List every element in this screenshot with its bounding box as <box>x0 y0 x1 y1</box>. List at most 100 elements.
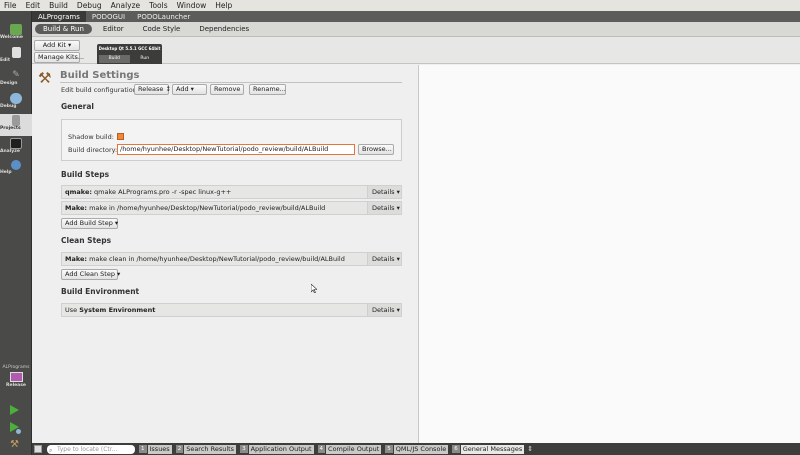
kit-build-button[interactable]: Build <box>99 55 130 63</box>
tab-label: Application Output <box>248 444 314 454</box>
details-button[interactable]: Details ▾ <box>367 253 401 265</box>
mode-design[interactable]: ✎ Design <box>0 69 32 91</box>
build-step-row: Make: make in /home/hyunhee/Desktop/NewT… <box>61 201 402 215</box>
right-pane <box>418 65 800 443</box>
add-kit-button[interactable]: Add Kit ▾ <box>34 40 80 51</box>
output-tab-issues[interactable]: 1 Issues <box>139 443 172 455</box>
mode-edit[interactable]: Edit <box>0 46 32 68</box>
help-icon <box>11 160 21 170</box>
step-detail: make clean in /home/hyunhee/Desktop/NewT… <box>89 255 345 263</box>
remove-config-button[interactable]: Remove <box>210 84 244 95</box>
search-icon: ⌕ <box>49 446 53 454</box>
output-tab-qml-console[interactable]: 5 QML/JS Console <box>385 443 449 455</box>
menu-file[interactable]: File <box>4 1 17 10</box>
details-label: Details <box>372 255 395 263</box>
add-config-label: Add <box>176 85 189 93</box>
monitor-icon <box>9 372 23 382</box>
tab-editor[interactable]: Editor <box>95 24 132 34</box>
shadow-build-checkbox[interactable] <box>117 133 124 140</box>
run-icon[interactable] <box>10 405 19 415</box>
tab-build-run[interactable]: Build & Run <box>35 24 92 34</box>
dropdown-arrow-icon: ▾ <box>114 219 119 227</box>
mode-label: Analyze <box>0 149 20 154</box>
target-mode: Release <box>6 383 26 388</box>
locator-placeholder: Type to locate (Ctr... <box>57 445 118 453</box>
analyze-icon <box>10 138 22 149</box>
output-tab-general-messages[interactable]: 6 General Messages <box>452 443 525 455</box>
project-tab-alprograms[interactable]: ALPrograms <box>32 11 86 22</box>
details-button[interactable]: Details ▾ <box>367 186 401 198</box>
menu-help[interactable]: Help <box>215 1 232 10</box>
build-dir-input[interactable]: /home/hyunhee/Desktop/NewTutorial/podo_r… <box>117 144 355 155</box>
tab-label: Compile Output <box>326 444 382 454</box>
welcome-icon <box>10 24 22 35</box>
config-select[interactable]: Release ↕ <box>134 84 171 95</box>
clean-steps-heading: Clean Steps <box>61 236 112 245</box>
output-tab-search-results[interactable]: 2 Search Results <box>175 443 237 455</box>
step-name: Make: <box>65 204 88 212</box>
mode-projects[interactable]: Projects <box>0 114 32 136</box>
tab-number: 3 <box>240 445 248 453</box>
step-name: qmake: <box>65 188 92 196</box>
add-config-button[interactable]: Add ▾ <box>172 84 207 95</box>
menu-bar: File Edit Build Debug Analyze Tools Wind… <box>0 0 800 11</box>
build-env-row: Use System Environment Details ▾ <box>61 303 402 317</box>
details-button[interactable]: Details ▾ <box>367 202 401 214</box>
output-pane-bar: ⌕ Type to locate (Ctr... 1 Issues 2 Sear… <box>32 443 800 455</box>
add-kit-label: Add Kit <box>42 41 66 49</box>
mode-label: Design <box>0 81 18 86</box>
project-tab-podogui[interactable]: PODOGUI <box>86 11 131 22</box>
mode-debug[interactable]: Debug <box>0 92 32 114</box>
mode-sidebar: Welcome Edit ✎ Design Debug Projects Ana… <box>0 11 32 455</box>
env-value: System Environment <box>79 306 156 314</box>
mode-welcome[interactable]: Welcome <box>0 23 32 45</box>
mode-analyze[interactable]: Analyze <box>0 137 32 159</box>
add-build-step-label: Add Build Step <box>65 219 113 227</box>
config-value: Release <box>138 85 164 93</box>
tab-number: 6 <box>452 445 460 453</box>
rename-config-button[interactable]: Rename... <box>249 84 286 95</box>
locator-input[interactable]: ⌕ Type to locate (Ctr... <box>47 444 135 454</box>
build-steps-heading: Build Steps <box>61 170 110 179</box>
browse-button[interactable]: Browse... <box>358 144 394 155</box>
menu-debug[interactable]: Debug <box>77 1 102 10</box>
output-tab-compile-output[interactable]: 4 Compile Output <box>317 443 382 455</box>
tab-label: Issues <box>147 444 172 454</box>
build-step-row: qmake: qmake ALPrograms.pro -r -spec lin… <box>61 185 402 199</box>
dropdown-arrow-icon: ▾ <box>396 204 400 212</box>
shadow-build-label: Shadow build: <box>68 133 114 141</box>
step-detail: qmake ALPrograms.pro -r -spec linux-g++ <box>94 188 232 196</box>
target-selector[interactable]: ALPrograms Release <box>0 365 32 389</box>
tab-dependencies[interactable]: Dependencies <box>191 24 257 34</box>
build-settings-panel: ⚒ Build Settings Edit build configuratio… <box>32 65 417 443</box>
sidebar-toggle-icon[interactable] <box>34 445 42 453</box>
updown-icon: ↕ <box>165 85 171 93</box>
mouse-cursor-icon <box>311 284 317 293</box>
add-build-step-button[interactable]: Add Build Step ▾ <box>61 218 118 229</box>
project-tab-podolauncher[interactable]: PODOLauncher <box>131 11 196 22</box>
chevron-updown-icon[interactable]: ⇕ <box>527 445 533 453</box>
menu-edit[interactable]: Edit <box>26 1 41 10</box>
tab-code-style[interactable]: Code Style <box>135 24 189 34</box>
output-tab-application-output[interactable]: 3 Application Output <box>240 443 314 455</box>
design-icon: ✎ <box>12 70 20 80</box>
build-hammer-icon[interactable]: ⚒ <box>10 439 21 450</box>
manage-kits-button[interactable]: Manage Kits... <box>34 52 84 63</box>
add-clean-step-label: Add Clean Step <box>65 270 115 278</box>
details-label: Details <box>372 306 395 314</box>
step-detail: make in /home/hyunhee/Desktop/NewTutoria… <box>89 204 326 212</box>
tab-number: 4 <box>317 445 326 453</box>
kit-run-button[interactable]: Run <box>130 55 161 63</box>
step-name: Make: <box>65 255 88 263</box>
kit-card[interactable]: Desktop Qt 5.5.1 GCC 64bit Build Run <box>97 44 162 64</box>
menu-window[interactable]: Window <box>177 1 207 10</box>
mode-help[interactable]: Help <box>0 159 32 181</box>
mode-label: Edit <box>0 58 10 63</box>
details-button[interactable]: Details ▾ <box>367 304 401 316</box>
menu-analyze[interactable]: Analyze <box>111 1 141 10</box>
add-clean-step-button[interactable]: Add Clean Step ▾ <box>61 269 120 280</box>
menu-build[interactable]: Build <box>49 1 68 10</box>
target-project: ALPrograms <box>2 365 30 370</box>
menu-tools[interactable]: Tools <box>149 1 167 10</box>
dropdown-arrow-icon: ▾ <box>396 188 400 196</box>
